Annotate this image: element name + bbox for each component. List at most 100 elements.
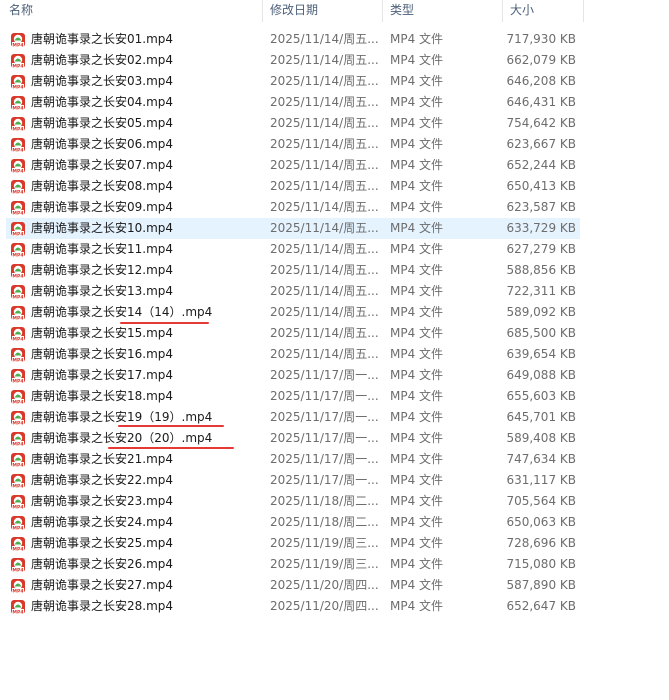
file-row[interactable]: MP4 唐朝诡事录之长安21.mp4 2025/11/17/周一... MP4 文件 7…	[0, 449, 669, 470]
svg-text:MP4: MP4	[12, 315, 23, 321]
file-row[interactable]: MP4 唐朝诡事录之长安02.mp4 2025/11/14/周五... MP4 文件 6…	[0, 50, 669, 71]
file-type: MP4 文件	[390, 368, 444, 382]
file-size: 646,208 KB	[506, 74, 576, 88]
mp4-file-icon: MP4	[11, 537, 25, 552]
file-row[interactable]: MP4 唐朝诡事录之长安26.mp4 2025/11/19/周三... MP4 文件 7…	[0, 554, 669, 575]
svg-text:MP4: MP4	[12, 336, 23, 342]
mp4-file-icon: MP4	[11, 516, 25, 531]
file-name: 唐朝诡事录之长安18.mp4	[31, 389, 174, 403]
file-date: 2025/11/17/周一...	[270, 368, 379, 382]
file-type: MP4 文件	[390, 95, 444, 109]
file-name: 唐朝诡事录之长安27.mp4	[31, 578, 174, 592]
file-date: 2025/11/14/周五...	[270, 158, 379, 172]
mp4-file-icon: MP4	[11, 390, 25, 405]
file-type: MP4 文件	[390, 242, 444, 256]
file-row[interactable]: MP4 唐朝诡事录之长安04.mp4 2025/11/14/周五... MP4 文件 6…	[0, 92, 669, 113]
file-row[interactable]: MP4 唐朝诡事录之长安25.mp4 2025/11/19/周三... MP4 文件 7…	[0, 533, 669, 554]
file-name: 唐朝诡事录之长安14（14）.mp4	[31, 305, 213, 319]
file-row[interactable]: MP4 唐朝诡事录之长安12.mp4 2025/11/14/周五... MP4 文件 5…	[0, 260, 669, 281]
file-size: 717,930 KB	[506, 32, 576, 46]
file-size: 722,311 KB	[506, 284, 576, 298]
file-size: 662,079 KB	[506, 53, 576, 67]
file-row[interactable]: MP4 唐朝诡事录之长安14（14）.mp4 2025/11/14/周五... MP4…	[0, 302, 669, 324]
file-row[interactable]: MP4 唐朝诡事录之长安17.mp4 2025/11/17/周一... MP4 文件 6…	[0, 365, 669, 386]
column-header-type[interactable]: 类型	[390, 0, 414, 22]
file-type: MP4 文件	[390, 599, 444, 613]
file-name: 唐朝诡事录之长安15.mp4	[31, 326, 174, 340]
file-row[interactable]: MP4 唐朝诡事录之长安20（20）.mp4 2025/11/17/周一... MP4…	[0, 428, 669, 449]
file-row[interactable]: MP4 唐朝诡事录之长安06.mp4 2025/11/14/周五... MP4 文件 6…	[0, 134, 669, 155]
file-type: MP4 文件	[390, 221, 444, 235]
file-date: 2025/11/14/周五...	[270, 179, 379, 193]
file-name: 唐朝诡事录之长安22.mp4	[31, 473, 174, 487]
file-type: MP4 文件	[390, 200, 444, 214]
file-size: 646,431 KB	[506, 95, 576, 109]
file-size: 649,088 KB	[506, 368, 576, 382]
file-date: 2025/11/14/周五...	[270, 95, 379, 109]
file-type: MP4 文件	[390, 32, 444, 46]
file-date: 2025/11/20/周四...	[270, 578, 379, 592]
file-date: 2025/11/20/周四...	[270, 599, 379, 613]
file-date: 2025/11/14/周五...	[270, 32, 379, 46]
file-size: 754,642 KB	[506, 116, 576, 130]
file-row[interactable]: MP4 唐朝诡事录之长安03.mp4 2025/11/14/周五... MP4 文件 6…	[0, 71, 669, 92]
svg-text:MP4: MP4	[12, 483, 23, 489]
file-row[interactable]: MP4 唐朝诡事录之长安23.mp4 2025/11/18/周二... MP4 文件 7…	[0, 491, 669, 512]
file-row[interactable]: MP4 唐朝诡事录之长安10.mp4 2025/11/14/周五... MP4 文件 6…	[0, 218, 669, 239]
column-divider[interactable]	[583, 0, 584, 22]
mp4-file-icon: MP4	[11, 432, 25, 447]
file-row[interactable]: MP4 唐朝诡事录之长安22.mp4 2025/11/17/周一... MP4 文件 6…	[0, 470, 669, 491]
file-row[interactable]: MP4 唐朝诡事录之长安27.mp4 2025/11/20/周四... MP4 文件 5…	[0, 575, 669, 596]
mp4-file-icon: MP4	[11, 495, 25, 510]
svg-text:MP4: MP4	[12, 210, 23, 216]
file-type: MP4 文件	[390, 284, 444, 298]
file-row[interactable]: MP4 唐朝诡事录之长安08.mp4 2025/11/14/周五... MP4 文件 6…	[0, 176, 669, 197]
file-name: 唐朝诡事录之长安25.mp4	[31, 536, 174, 550]
file-row[interactable]: MP4 唐朝诡事录之长安18.mp4 2025/11/17/周一... MP4 文件 6…	[0, 386, 669, 407]
svg-text:MP4: MP4	[12, 462, 23, 468]
svg-text:MP4: MP4	[12, 252, 23, 258]
column-divider[interactable]	[382, 0, 383, 22]
file-row[interactable]: MP4 唐朝诡事录之长安09.mp4 2025/11/14/周五... MP4 文件 6…	[0, 197, 669, 218]
file-name: 唐朝诡事录之长安03.mp4	[31, 74, 174, 88]
file-size: 652,647 KB	[506, 599, 576, 613]
file-type: MP4 文件	[390, 53, 444, 67]
file-row[interactable]: MP4 唐朝诡事录之长安07.mp4 2025/11/14/周五... MP4 文件 6…	[0, 155, 669, 176]
file-date: 2025/11/19/周三...	[270, 536, 379, 550]
file-row[interactable]: MP4 唐朝诡事录之长安19（19）.mp4 2025/11/17/周一... MP4…	[0, 407, 669, 428]
file-row[interactable]: MP4 唐朝诡事录之长安01.mp4 2025/11/14/周五... MP4 文件 7…	[0, 29, 669, 50]
file-type: MP4 文件	[390, 536, 444, 550]
file-date: 2025/11/17/周一...	[270, 452, 379, 466]
file-date: 2025/11/19/周三...	[270, 557, 379, 571]
file-row[interactable]: MP4 唐朝诡事录之长安16.mp4 2025/11/14/周五... MP4 文件 6…	[0, 344, 669, 365]
file-date: 2025/11/17/周一...	[270, 410, 379, 424]
file-type: MP4 文件	[390, 431, 444, 445]
file-row[interactable]: MP4 唐朝诡事录之长安05.mp4 2025/11/14/周五... MP4 文件 7…	[0, 113, 669, 134]
file-row[interactable]: MP4 唐朝诡事录之长安24.mp4 2025/11/18/周二... MP4 文件 6…	[0, 512, 669, 533]
file-size: 589,092 KB	[506, 305, 576, 319]
file-name: 唐朝诡事录之长安09.mp4	[31, 200, 174, 214]
file-size: 747,634 KB	[506, 452, 576, 466]
file-row[interactable]: MP4 唐朝诡事录之长安11.mp4 2025/11/14/周五... MP4 文件 6…	[0, 239, 669, 260]
mp4-file-icon: MP4	[11, 243, 25, 258]
column-divider[interactable]	[262, 0, 263, 22]
file-date: 2025/11/14/周五...	[270, 326, 379, 340]
file-type: MP4 文件	[390, 116, 444, 130]
column-header-size[interactable]: 大小	[510, 0, 534, 22]
column-header-date[interactable]: 修改日期	[270, 0, 318, 22]
mp4-file-icon: MP4	[11, 558, 25, 573]
file-size: 627,279 KB	[506, 242, 576, 256]
file-size: 623,667 KB	[506, 137, 576, 151]
column-divider[interactable]	[502, 0, 503, 22]
file-row[interactable]: MP4 唐朝诡事录之长安15.mp4 2025/11/14/周五... MP4 文件 6…	[0, 323, 669, 344]
file-date: 2025/11/14/周五...	[270, 284, 379, 298]
file-name: 唐朝诡事录之长安06.mp4	[31, 137, 174, 151]
file-name: 唐朝诡事录之长安11.mp4	[31, 242, 174, 256]
svg-text:MP4: MP4	[12, 42, 23, 48]
file-date: 2025/11/14/周五...	[270, 221, 379, 235]
svg-text:MP4: MP4	[12, 567, 23, 573]
file-row[interactable]: MP4 唐朝诡事录之长安13.mp4 2025/11/14/周五... MP4 文件 7…	[0, 281, 669, 302]
column-header-name[interactable]: 名称	[9, 0, 33, 22]
mp4-file-icon: MP4	[11, 579, 25, 594]
file-row[interactable]: MP4 唐朝诡事录之长安28.mp4 2025/11/20/周四... MP4 文件 6…	[0, 596, 669, 617]
